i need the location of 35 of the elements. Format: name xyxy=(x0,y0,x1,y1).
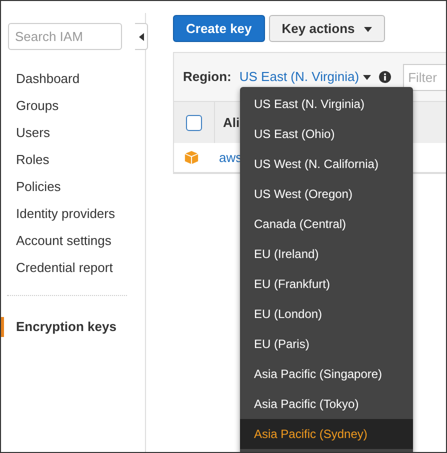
create-button[interactable]: Create key xyxy=(173,15,265,42)
nav-item[interactable]: Identity providers xyxy=(1,200,145,227)
menu-item[interactable]: EU (Frankfurt) xyxy=(240,269,413,299)
collapse-icon xyxy=(138,32,144,40)
menu-item[interactable]: US East (N. Virginia) xyxy=(240,89,413,119)
caret-icon xyxy=(363,75,372,80)
menu-item[interactable]: Canada (Central) xyxy=(240,209,413,239)
nav-item[interactable]: Encryption keys xyxy=(1,317,145,337)
menu-item[interactable]: US West (Oregon) xyxy=(240,179,413,209)
menu-item[interactable]: Asia Pacific (Singapore) xyxy=(240,359,413,389)
cube-icon xyxy=(184,150,199,165)
menu-item[interactable]: US West (N. California) xyxy=(240,149,413,179)
nav-item[interactable]: Groups xyxy=(1,92,145,119)
menu-item[interactable]: EU (Ireland) xyxy=(240,239,413,269)
column-header: Ali xyxy=(223,114,240,132)
nav-item[interactable]: Account settings xyxy=(1,227,145,254)
nav-item[interactable]: Users xyxy=(1,119,145,146)
menu-item[interactable]: EU (Paris) xyxy=(240,329,413,359)
nav-item[interactable]: Dashboard xyxy=(1,65,145,92)
caret-icon xyxy=(364,26,372,32)
search-field[interactable]: Search IAM xyxy=(8,23,122,50)
menu-item[interactable]: Asia Pacific (Tokyo) xyxy=(240,389,413,419)
actions-dropdown-button[interactable]: Key actions xyxy=(268,15,386,42)
menu-item[interactable]: US East (Ohio) xyxy=(240,119,413,149)
menu-item[interactable]: Asia Pacific (Sydney) xyxy=(240,419,413,449)
nav-item[interactable]: Roles xyxy=(1,146,145,173)
nav-item[interactable]: Credential report xyxy=(1,254,145,281)
nav-item[interactable]: Policies xyxy=(1,173,145,200)
select-all-checkbox[interactable] xyxy=(186,114,202,130)
collapse-toggle[interactable] xyxy=(135,23,148,50)
region-selector[interactable]: US East (N. Virginia) xyxy=(239,67,372,87)
region-label: Region: xyxy=(183,68,232,86)
filter-field[interactable]: Filter xyxy=(403,64,446,90)
info-icon[interactable] xyxy=(379,71,392,83)
menu-item[interactable]: EU (London) xyxy=(240,299,413,329)
